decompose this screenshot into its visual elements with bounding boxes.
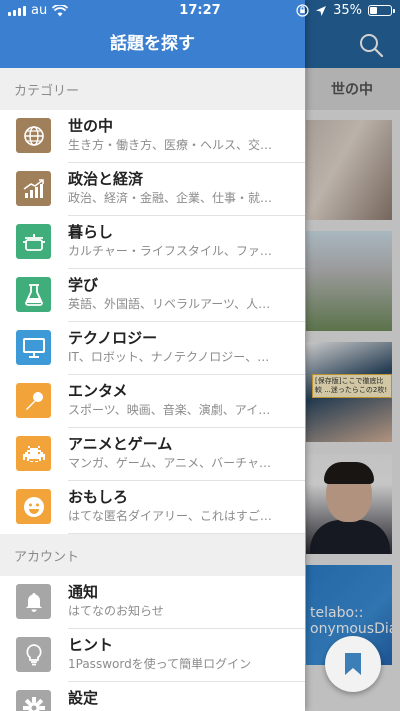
categories-item-text: 世の中生き方・働き方、医療・ヘルス、交… — [68, 116, 305, 154]
divider — [68, 533, 305, 534]
account-list: 通知はてなのお知らせヒント 1Passwordを使って簡単ログイン設定 — [0, 576, 305, 711]
globe-icon — [16, 118, 51, 153]
lightbulb-icon — [16, 637, 51, 672]
categories-item-subtitle: 英語、外国語、リベラルアーツ、人… — [68, 297, 271, 311]
account-item-text: ヒント 1Passwordを使って簡単ログイン — [68, 635, 305, 673]
categories-item-title: 政治と経済 — [68, 170, 144, 188]
categories-item-title: 暮らし — [68, 223, 114, 241]
categories-item-text: アニメとゲームマンガ、ゲーム、アニメ、バーチャ… — [68, 434, 305, 472]
account-item-subtitle: はてなのお知らせ — [68, 604, 164, 618]
monitor-icon — [16, 330, 51, 365]
section-header-account: アカウント — [0, 534, 305, 576]
categories-item-title: テクノロジー — [68, 329, 158, 347]
categories-item[interactable]: 暮らしカルチャー・ライフスタイル、ファ… — [0, 216, 305, 269]
categories-item-text: 学び英語、外国語、リベラルアーツ、人… — [68, 275, 305, 313]
tab-yononaka[interactable]: 世の中 — [306, 68, 400, 110]
categories-item[interactable]: 政治と経済政治、経済・金融、企業、仕事・就… — [0, 163, 305, 216]
smiley-icon — [16, 489, 51, 524]
categories-item-title: 学び — [68, 276, 99, 294]
categories-item-subtitle: 政治、経済・金融、企業、仕事・就… — [68, 191, 273, 205]
account-item[interactable]: ヒント 1Passwordを使って簡単ログイン — [0, 629, 305, 682]
categories-item-text: 政治と経済政治、経済・金融、企業、仕事・就… — [68, 169, 305, 207]
categories-item[interactable]: 世の中生き方・働き方、医療・ヘルス、交… — [0, 110, 305, 163]
account-item[interactable]: 通知はてなのお知らせ — [0, 576, 305, 629]
thumbnail-label: telabo:: onymousDiar — [310, 605, 392, 637]
account-item-title: 通知 — [68, 583, 99, 601]
location-icon — [316, 5, 327, 16]
account-item-title: 設定 — [68, 689, 99, 707]
account-item-text: 設定 — [68, 688, 305, 708]
pot-icon — [16, 224, 51, 259]
categories-item-title: エンタメ — [68, 382, 128, 400]
gear-icon — [16, 690, 51, 711]
categories-item-subtitle: カルチャー・ライフスタイル、ファ… — [68, 244, 272, 258]
categories-item-text: 暮らしカルチャー・ライフスタイル、ファ… — [68, 222, 305, 260]
account-item-text: 通知はてなのお知らせ — [68, 582, 305, 620]
rotation-lock-icon — [296, 4, 309, 17]
battery-icon — [368, 5, 395, 16]
categories-item[interactable]: エンタメスポーツ、映画、音楽、演劇、アイ… — [0, 375, 305, 428]
tab-label: 世の中 — [331, 82, 373, 98]
article-thumbnail[interactable] — [306, 120, 392, 220]
categories-item-subtitle: マンガ、ゲーム、アニメ、バーチャ… — [68, 456, 272, 470]
article-thumbnail[interactable] — [306, 231, 392, 331]
section-header-category: カテゴリー — [0, 68, 305, 110]
categories-item-text: おもしろはてな匿名ダイアリー、これはすご… — [68, 487, 305, 525]
microphone-icon — [16, 383, 51, 418]
chart-icon — [16, 171, 51, 206]
account-item-title: ヒント — [68, 636, 114, 654]
battery-percent: 35% — [333, 3, 362, 18]
categories-item-subtitle: スポーツ、映画、音楽、演劇、アイ… — [68, 403, 271, 417]
thumbnail-caption: [保存版]ここで徹底比較 ...迷ったらこの2枚! — [312, 374, 392, 398]
drawer-title: 話題を探す — [110, 34, 195, 54]
categories-item-subtitle: IT、ロボット、ナノテクノロジー、… — [68, 350, 270, 364]
search-icon[interactable] — [358, 32, 384, 58]
space-invader-icon — [16, 436, 51, 471]
flask-icon — [16, 277, 51, 312]
categories-item-title: 世の中 — [68, 117, 114, 135]
article-thumbnail[interactable] — [306, 454, 392, 554]
categories-item[interactable]: 学び英語、外国語、リベラルアーツ、人… — [0, 269, 305, 322]
categories-item-subtitle: 生き方・働き方、医療・ヘルス、交… — [68, 138, 273, 152]
categories-item[interactable]: テクノロジー IT、ロボット、ナノテクノロジー、… — [0, 322, 305, 375]
categories-item-text: テクノロジー IT、ロボット、ナノテクノロジー、… — [68, 328, 305, 366]
navigation-drawer: 話題を探す カテゴリー 世の中生き方・働き方、医療・ヘルス、交… 政治と経済政治、… — [0, 0, 305, 711]
account-item[interactable]: 設定 — [0, 682, 305, 711]
bookmark-button[interactable] — [325, 636, 381, 692]
bookmark-icon — [345, 653, 361, 675]
categories-item-title: アニメとゲーム — [68, 435, 173, 453]
categories-item[interactable]: アニメとゲームマンガ、ゲーム、アニメ、バーチャ… — [0, 428, 305, 481]
bell-icon — [16, 584, 51, 619]
account-item-subtitle: 1Passwordを使って簡単ログイン — [68, 657, 252, 671]
status-bar: au 17:27 35% — [0, 0, 400, 22]
categories-item-text: エンタメスポーツ、映画、音楽、演劇、アイ… — [68, 381, 305, 419]
section-label: カテゴリー — [14, 83, 80, 99]
categories-item-subtitle: はてな匿名ダイアリー、これはすご… — [68, 509, 272, 523]
category-list: 世の中生き方・働き方、医療・ヘルス、交… 政治と経済政治、経済・金融、企業、仕事・… — [0, 110, 305, 534]
article-thumbnail[interactable]: [保存版]ここで徹底比較 ...迷ったらこの2枚! — [306, 342, 392, 442]
section-label: アカウント — [14, 549, 80, 565]
categories-item[interactable]: おもしろはてな匿名ダイアリー、これはすご… — [0, 481, 305, 534]
categories-item-title: おもしろ — [68, 488, 129, 506]
